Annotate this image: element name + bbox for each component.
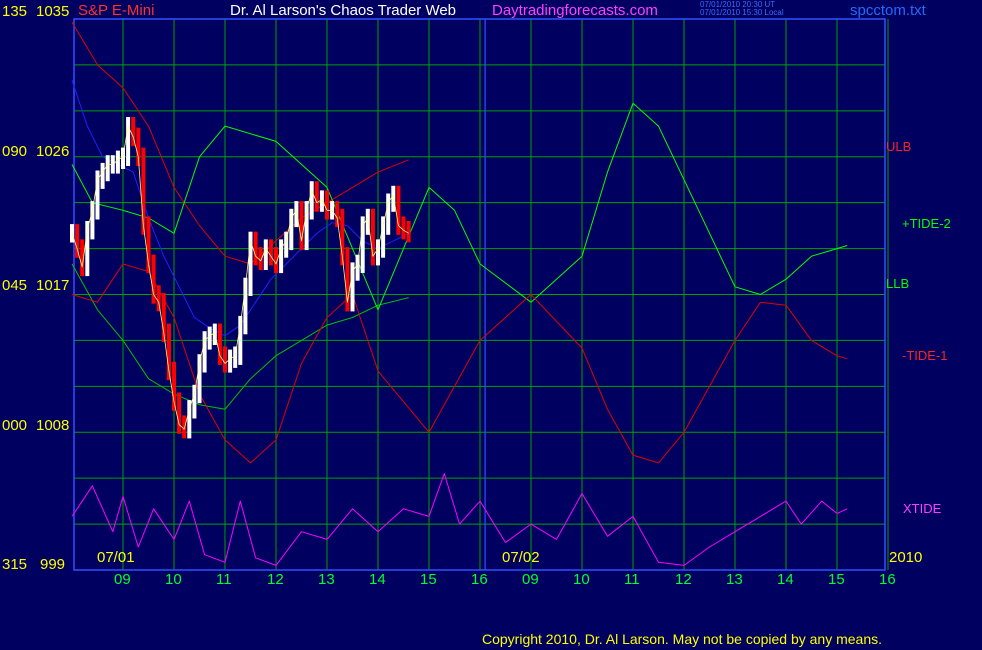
price-bar [391, 185, 396, 212]
price-bar [370, 208, 375, 266]
price-bar [202, 331, 207, 373]
price-bar [309, 181, 314, 220]
hour-label: 15 [828, 571, 845, 588]
year-label: 2010 [889, 549, 923, 566]
hour-label: 10 [573, 571, 590, 588]
price-bar [156, 285, 161, 312]
price-bar [192, 384, 197, 419]
price-bar [90, 201, 95, 240]
tide2-line [71, 102, 848, 311]
ulb-line [71, 21, 409, 265]
legend-xtide: XTIDE [903, 501, 942, 516]
hour-label: 09 [114, 571, 131, 588]
moving-average-line [71, 80, 409, 337]
price-bar [263, 239, 268, 270]
hour-label: 13 [726, 571, 743, 588]
price-bar [314, 181, 319, 212]
price-bar [355, 254, 360, 281]
y-label-right-3: 1017 [36, 277, 70, 294]
symbol-label: S&P E-Mini [78, 2, 155, 19]
price-bar [406, 221, 411, 243]
price-bar [228, 349, 233, 373]
chart-title: Dr. Al Larson's Chaos Trader Web [230, 2, 457, 19]
price-bar [386, 193, 391, 235]
price-bar [289, 208, 294, 251]
price-bar [126, 117, 131, 166]
website-label: Daytradingforecasts.com [492, 2, 658, 19]
date-label-1: 07/01 [97, 549, 135, 566]
price-bar [100, 162, 105, 189]
hour-label: 10 [165, 571, 182, 588]
y-label-right-5: 999 [40, 556, 66, 573]
legend-tide2: +TIDE-2 [902, 216, 951, 231]
price-bar [253, 231, 258, 266]
legend-tide1: -TIDE-1 [902, 348, 948, 363]
price-bar [177, 392, 182, 434]
price-bar [279, 239, 284, 274]
price-bar [258, 247, 263, 271]
y-label-left-4: 000 [2, 417, 28, 434]
price-bar [105, 155, 110, 182]
price-bar [299, 201, 304, 251]
hour-label: 09 [522, 571, 539, 588]
y-label-right-2: 1026 [36, 143, 70, 160]
price-bar [294, 201, 299, 228]
price-bar [401, 216, 406, 240]
y-label-left-5: 315 [2, 556, 28, 573]
copyright-notice: Copyright 2010, Dr. Al Larson. May not b… [482, 631, 883, 647]
file-name: spcctom.txt [850, 2, 926, 19]
hour-label: 15 [420, 571, 437, 588]
hour-label: 16 [471, 571, 488, 588]
price-bar [335, 201, 340, 228]
hour-label: 16 [879, 571, 896, 588]
y-label-left-2: 090 [2, 143, 28, 160]
legend-llb: LLB [886, 276, 910, 291]
hour-label: 14 [777, 571, 794, 588]
price-bar [197, 354, 202, 404]
price-bar [217, 323, 222, 365]
hour-label: 14 [369, 571, 386, 588]
y-label-left-1: 135 [2, 3, 28, 20]
hour-label: 11 [624, 571, 640, 588]
y-label-right-4: 1008 [36, 417, 70, 434]
hour-label: 13 [318, 571, 335, 588]
timestamp-local: 07/01/2010 15:30 Local [700, 8, 784, 17]
date-label-2: 07/02 [502, 549, 540, 566]
y-label-left-3: 045 [2, 277, 28, 294]
xtide-line [71, 473, 848, 566]
price-bar [115, 150, 120, 174]
price-bar [223, 346, 227, 373]
hour-label: 12 [675, 571, 692, 588]
price-bar [268, 239, 273, 266]
legend-ulb: ULB [886, 139, 912, 154]
price-bar [207, 326, 212, 350]
y-label-right-1: 1035 [36, 3, 70, 20]
price-bar [172, 361, 176, 411]
hour-label: 12 [267, 571, 284, 588]
chart-canvas [70, 18, 889, 571]
price-bar [381, 216, 386, 258]
price-bar [304, 201, 309, 251]
price-bar [325, 190, 329, 220]
price-bar [396, 185, 401, 235]
price-bar [182, 415, 187, 439]
hour-label: 11 [216, 571, 232, 588]
price-bar [319, 190, 324, 212]
